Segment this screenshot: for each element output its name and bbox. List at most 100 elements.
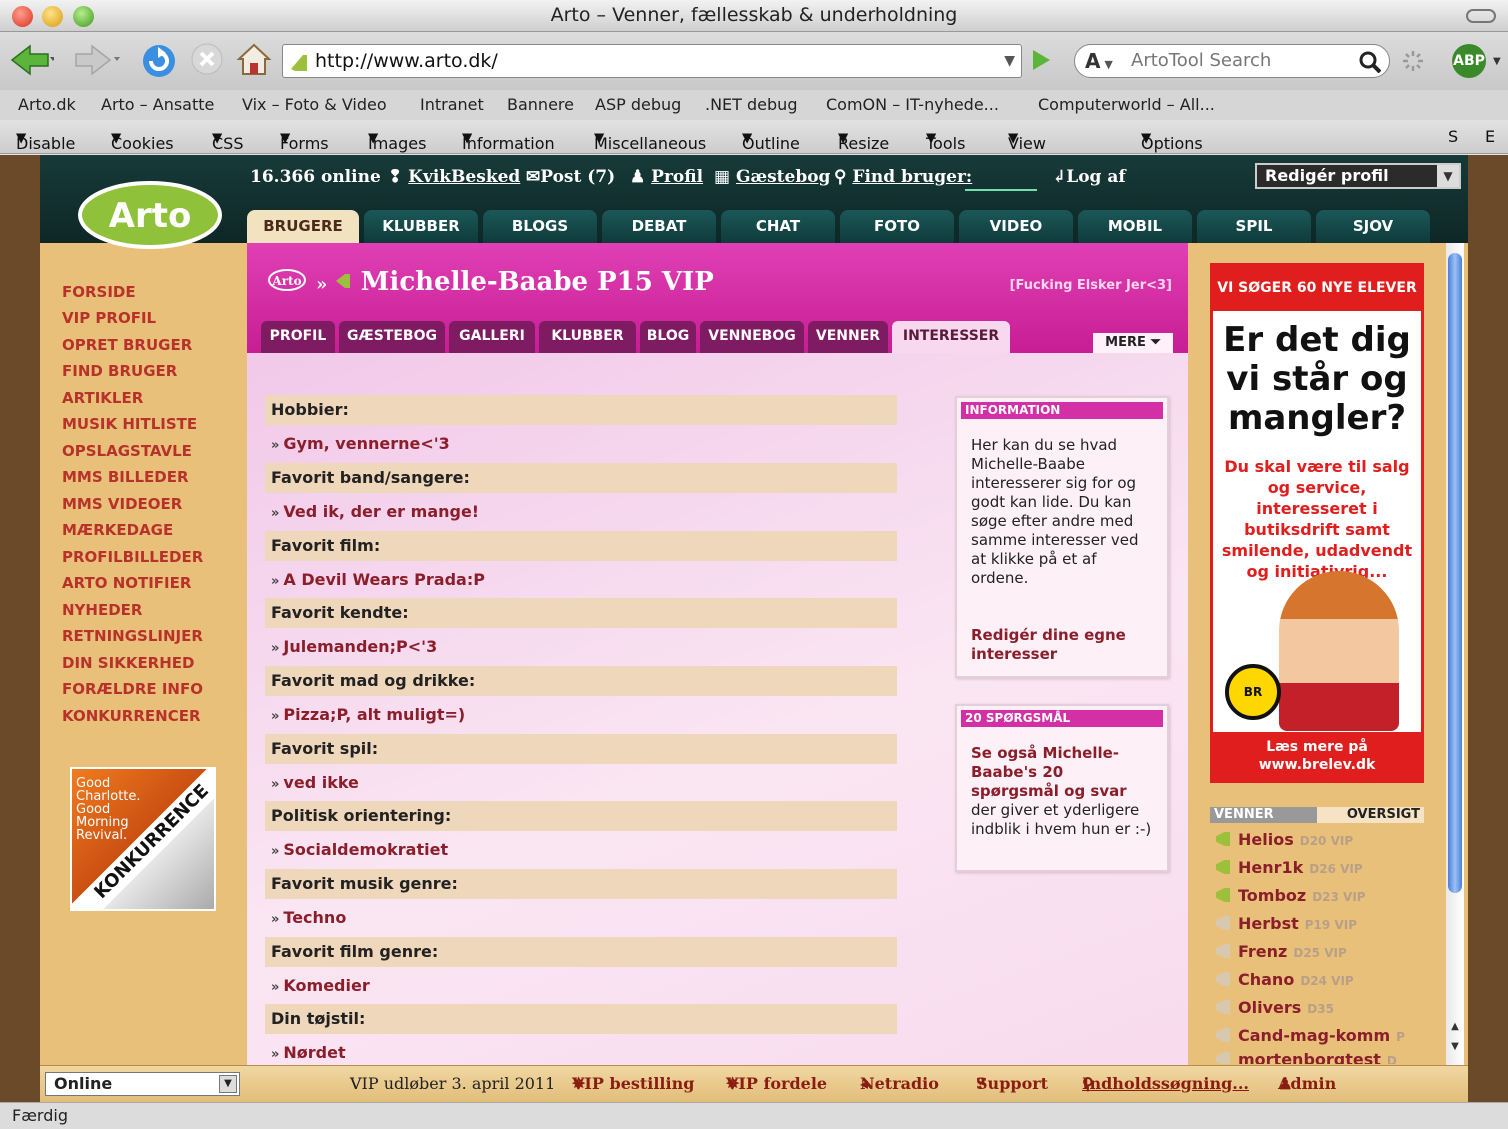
webdev-status-errors[interactable]: E: [1485, 127, 1495, 146]
webdev-menu-cookies[interactable]: Cookies ▼: [111, 127, 174, 153]
advertisement[interactable]: VI SØGER 60 NYE ELEVER Er det dig vi stå…: [1210, 263, 1424, 783]
search-icon[interactable]: [1359, 51, 1382, 84]
close-window-button[interactable]: [12, 6, 33, 27]
friend-item[interactable]: mortenborgtest D: [1216, 1052, 1397, 1064]
reload-button[interactable]: [140, 42, 178, 84]
log-af-link[interactable]: ↲ Log af: [1052, 167, 1126, 187]
leftnav-profilbilleder[interactable]: PROFILBILLEDER: [62, 548, 203, 566]
leftnav-din-sikkerhed[interactable]: DIN SIKKERHED: [62, 654, 195, 672]
webdev-menu-outline[interactable]: Outline ▼: [742, 127, 800, 153]
profil-link[interactable]: ♟ Profil: [630, 167, 703, 187]
interest-value[interactable]: » Gym, vennerne<'3: [271, 429, 450, 461]
gaestebog-link[interactable]: ▦ Gæstebog: [714, 167, 830, 187]
stop-button[interactable]: [190, 42, 224, 80]
bookmark-item[interactable]: ComON – IT-nyhede...: [826, 95, 999, 114]
leftnav-retningslinjer[interactable]: RETNINGSLINJER: [62, 627, 203, 645]
scrollbar-thumb[interactable]: [1448, 253, 1462, 893]
webdev-menu-miscellaneous[interactable]: Miscellaneous ▼: [594, 127, 706, 153]
friend-item[interactable]: Herbst P19 VIP: [1216, 914, 1357, 933]
tab-sjov[interactable]: SJOV: [1316, 210, 1430, 243]
search-engine-icon[interactable]: A ▼: [1085, 45, 1113, 81]
tab-gaestebog[interactable]: GÆSTEBOG: [339, 321, 445, 353]
friend-item[interactable]: Olivers D35: [1216, 998, 1334, 1017]
post-link[interactable]: ✉ Post (7): [526, 167, 615, 187]
friend-item[interactable]: Frenz D25 VIP: [1216, 942, 1347, 961]
friend-item[interactable]: Henr1k D26 VIP: [1216, 858, 1363, 877]
tab-interesser[interactable]: INTERESSER: [892, 321, 1010, 353]
leftnav-musik-hitliste[interactable]: MUSIK HITLISTE: [62, 415, 197, 433]
leftnav-arto-notifier[interactable]: ARTO NOTIFIER: [62, 574, 191, 592]
tab-spil[interactable]: SPIL: [1197, 210, 1311, 243]
leftnav-nyheder[interactable]: NYHEDER: [62, 601, 142, 619]
go-button[interactable]: [1030, 48, 1052, 76]
tab-foto[interactable]: FOTO: [840, 210, 954, 243]
webdev-menu-css[interactable]: CSS ▼: [212, 127, 243, 153]
webdev-menu-information[interactable]: Information ▼: [462, 127, 555, 153]
interest-value[interactable]: » A Devil Wears Prada:P: [271, 565, 485, 597]
find-user-input[interactable]: [965, 189, 1037, 191]
content-search-input[interactable]: ⚲ Indholdssøgning...: [1082, 1074, 1249, 1093]
edit-profile-select[interactable]: Redigér profil ▼: [1255, 163, 1461, 189]
leftnav-mms-billeder[interactable]: MMS BILLEDER: [62, 468, 189, 486]
toolbar-toggle-button[interactable]: [1466, 9, 1496, 23]
url-history-dropdown-icon[interactable]: ▼: [1004, 45, 1015, 77]
bookmark-item[interactable]: Arto.dk: [18, 95, 76, 114]
bookmark-item[interactable]: Bannere: [507, 95, 574, 114]
interest-value[interactable]: » Ved ik, der er mange!: [271, 497, 479, 529]
vertical-scrollbar[interactable]: ▲ ▼: [1446, 243, 1464, 1065]
friend-item[interactable]: Cand-mag-komm P: [1216, 1026, 1405, 1045]
kvikbesked-link[interactable]: ❢ KvikBesked: [388, 167, 520, 187]
address-bar[interactable]: http://www.arto.dk/ ▼: [282, 44, 1022, 78]
bookmark-item[interactable]: Computerworld – All...: [1038, 95, 1215, 114]
bookmark-item[interactable]: Arto – Ansatte: [101, 95, 214, 114]
more-tabs-button[interactable]: MERE ⏷: [1093, 333, 1173, 353]
webdev-menu-disable[interactable]: Disable ▼: [16, 127, 75, 153]
minimize-window-button[interactable]: [42, 6, 63, 27]
leftnav-konkurrencer[interactable]: KONKURRENCER: [62, 707, 201, 725]
tab-brugere[interactable]: BRUGERE: [247, 210, 359, 243]
scroll-down-arrow-icon[interactable]: ▼: [1448, 1041, 1462, 1055]
tab-klubber-profil[interactable]: KLUBBER: [539, 321, 636, 353]
interest-value[interactable]: » Techno: [271, 903, 346, 935]
interest-value[interactable]: » ved ikke: [271, 768, 359, 800]
interest-value[interactable]: » Pizza;P, alt muligt=): [271, 700, 465, 732]
bookmark-item[interactable]: ASP debug: [595, 95, 681, 114]
contest-banner[interactable]: Good Charlotte. Good Morning Revival. KO…: [70, 767, 216, 911]
friend-item[interactable]: Helios D20 VIP: [1216, 830, 1353, 849]
tab-profil[interactable]: PROFIL: [261, 321, 335, 353]
tab-video[interactable]: VIDEO: [959, 210, 1073, 243]
webdev-menu-images[interactable]: Images ▼: [368, 127, 426, 153]
leftnav-opret-bruger[interactable]: OPRET BRUGER: [62, 336, 192, 354]
search-bar[interactable]: A ▼ ArtoTool Search: [1074, 44, 1390, 78]
bookmark-item[interactable]: Vix – Foto & Video: [242, 95, 387, 114]
scroll-up-arrow-icon[interactable]: ▲: [1448, 1021, 1462, 1035]
tab-blogs[interactable]: BLOGS: [483, 210, 597, 243]
forward-button[interactable]: [74, 42, 126, 82]
arto-logo[interactable]: Arto: [70, 175, 250, 259]
friend-item[interactable]: Chano D24 VIP: [1216, 970, 1354, 989]
webdev-status-css[interactable]: S: [1448, 127, 1458, 146]
tab-debat[interactable]: DEBAT: [602, 210, 716, 243]
webdev-menu-view-source[interactable]: View Source ▼: [1008, 127, 1063, 172]
tab-galleri[interactable]: GALLERI: [449, 321, 535, 353]
bookmark-item[interactable]: Intranet: [420, 95, 484, 114]
back-button[interactable]: [8, 42, 56, 82]
home-button[interactable]: [236, 42, 272, 82]
leftnav-foraeldre-info[interactable]: FORÆLDRE INFO: [62, 680, 203, 698]
leftnav-artikler[interactable]: ARTIKLER: [62, 389, 143, 407]
interest-value[interactable]: » Socialdemokratiet: [271, 835, 448, 867]
webdev-menu-tools[interactable]: Tools ▼: [926, 127, 965, 153]
questions-link[interactable]: Se også Michelle-Baabe's 20 spørgsmål og…: [971, 744, 1127, 800]
friends-overview-link[interactable]: OVERSIGT: [1347, 807, 1420, 823]
tab-klubber[interactable]: KLUBBER: [364, 210, 478, 243]
webdev-menu-options[interactable]: Options ▼: [1141, 127, 1203, 153]
friend-item[interactable]: Tomboz D23 VIP: [1216, 886, 1366, 905]
tab-mobil[interactable]: MOBIL: [1078, 210, 1192, 243]
webdev-menu-forms[interactable]: Forms ▼: [280, 127, 329, 153]
bookmark-item[interactable]: .NET debug: [705, 95, 797, 114]
leftnav-vip-profil[interactable]: VIP PROFIL: [62, 309, 156, 327]
interest-value[interactable]: » Komedier: [271, 971, 370, 1003]
webdev-menu-resize[interactable]: Resize ▼: [838, 127, 889, 153]
zoom-window-button[interactable]: [73, 6, 94, 27]
tab-venner[interactable]: VENNER: [808, 321, 888, 353]
